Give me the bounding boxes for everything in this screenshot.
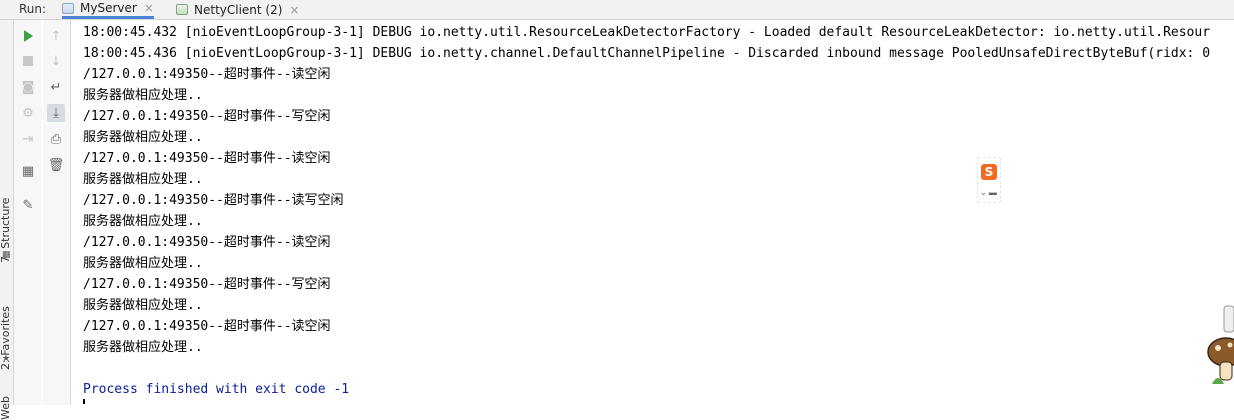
console-line: /127.0.0.1:49350--超时事件--写空闲 <box>83 109 331 124</box>
process-finished-message: Process finished with exit code -1 <box>83 382 350 397</box>
ime-menu-icon[interactable]: ⌄ ▬ <box>980 188 997 197</box>
console-line: /127.0.0.1:49350--超时事件--写空闲 <box>83 277 331 292</box>
soft-wrap-button[interactable]: ↵ <box>47 78 65 96</box>
console-line: 服务器做相应处理.. <box>83 340 203 355</box>
clear-all-button[interactable]: 🗑 <box>47 156 65 174</box>
close-icon[interactable]: × <box>144 1 154 15</box>
printer-icon: ⎙ <box>50 131 62 147</box>
layout-button[interactable]: ▦ <box>19 162 37 180</box>
structure-icon: ▦ <box>2 249 11 259</box>
run-toolbar: ◙ ⚙ ⇥ ▦ ✎ <box>14 20 42 405</box>
ime-logo-icon[interactable]: S <box>981 164 997 180</box>
ime-toolbar[interactable]: S ⌄ ▬ <box>977 157 1001 203</box>
pin-button[interactable]: ✎ <box>19 196 37 214</box>
tab-label: NettyClient (2) <box>194 2 283 17</box>
console-line: /127.0.0.1:49350--超时事件--读空闲 <box>83 67 331 82</box>
dump-threads-button[interactable]: ◙ <box>19 78 37 96</box>
tab-label: MyServer <box>80 1 137 15</box>
run-config-icon <box>62 2 74 14</box>
camera-icon: ◙ <box>21 79 35 95</box>
run-label: Run: <box>19 2 47 16</box>
play-icon <box>23 30 33 42</box>
down-arrow-button[interactable]: ↓ <box>47 52 65 70</box>
console-line: 18:00:45.436 [nioEventLoopGroup-3-1] DEB… <box>83 46 1211 61</box>
console-line: 服务器做相应处理.. <box>83 214 203 229</box>
gear-icon: ⚙ <box>22 105 34 121</box>
scroll-to-end-icon: ⤓ <box>53 105 59 121</box>
star-icon: ★ <box>2 353 11 363</box>
run-config-icon <box>176 4 188 15</box>
arrow-down-icon: ↓ <box>50 53 62 69</box>
console-line: /127.0.0.1:49350--超时事件--读写空闲 <box>83 193 344 208</box>
up-arrow-button[interactable]: ↑ <box>47 27 65 45</box>
pin-icon: ✎ <box>22 197 34 213</box>
console-toolbar: ↑ ↓ ↵ ⤓ ⎙ 🗑 <box>43 20 71 405</box>
run-tab-bar: Run: MyServer × NettyClient (2) × <box>0 0 1234 20</box>
exit-icon: ⇥ <box>22 131 34 147</box>
scroll-to-end-button[interactable]: ⤓ <box>47 104 65 122</box>
console-line: /127.0.0.1:49350--超时事件--读空闲 <box>83 151 331 166</box>
tab-nettyclient[interactable]: NettyClient (2) × <box>176 0 300 19</box>
console-line: 服务器做相应处理.. <box>83 88 203 103</box>
web-tool-button[interactable]: Web <box>0 396 12 420</box>
arrow-up-icon: ↑ <box>50 28 62 44</box>
stop-button[interactable] <box>19 52 37 70</box>
soft-wrap-icon: ↵ <box>50 79 62 95</box>
mushroom-mascot-icon <box>1207 305 1234 384</box>
layout-icon: ▦ <box>21 163 35 179</box>
side-tool-stripe: 7: Structure ▦ 2: Favorites ★ Web <box>0 20 14 420</box>
text-cursor <box>83 399 85 404</box>
console-line: /127.0.0.1:49350--超时事件--读空闲 <box>83 319 331 334</box>
trash-icon: 🗑 <box>47 157 65 173</box>
console-line: /127.0.0.1:49350--超时事件--读空闲 <box>83 235 331 250</box>
console-line: 18:00:45.432 [nioEventLoopGroup-3-1] DEB… <box>83 25 1211 40</box>
console-output[interactable]: 18:00:45.432 [nioEventLoopGroup-3-1] DEB… <box>83 22 1234 405</box>
close-icon[interactable]: × <box>289 3 299 17</box>
console-line: 服务器做相应处理.. <box>83 172 203 187</box>
settings-button[interactable]: ⚙ <box>19 104 37 122</box>
stop-icon <box>23 56 33 66</box>
tab-myserver[interactable]: MyServer × <box>62 0 154 19</box>
exit-button[interactable]: ⇥ <box>19 130 37 148</box>
console-line: 服务器做相应处理.. <box>83 298 203 313</box>
console-line: 服务器做相应处理.. <box>83 256 203 271</box>
console-line: 服务器做相应处理.. <box>83 130 203 145</box>
rerun-button[interactable] <box>19 27 37 45</box>
print-button[interactable]: ⎙ <box>47 130 65 148</box>
